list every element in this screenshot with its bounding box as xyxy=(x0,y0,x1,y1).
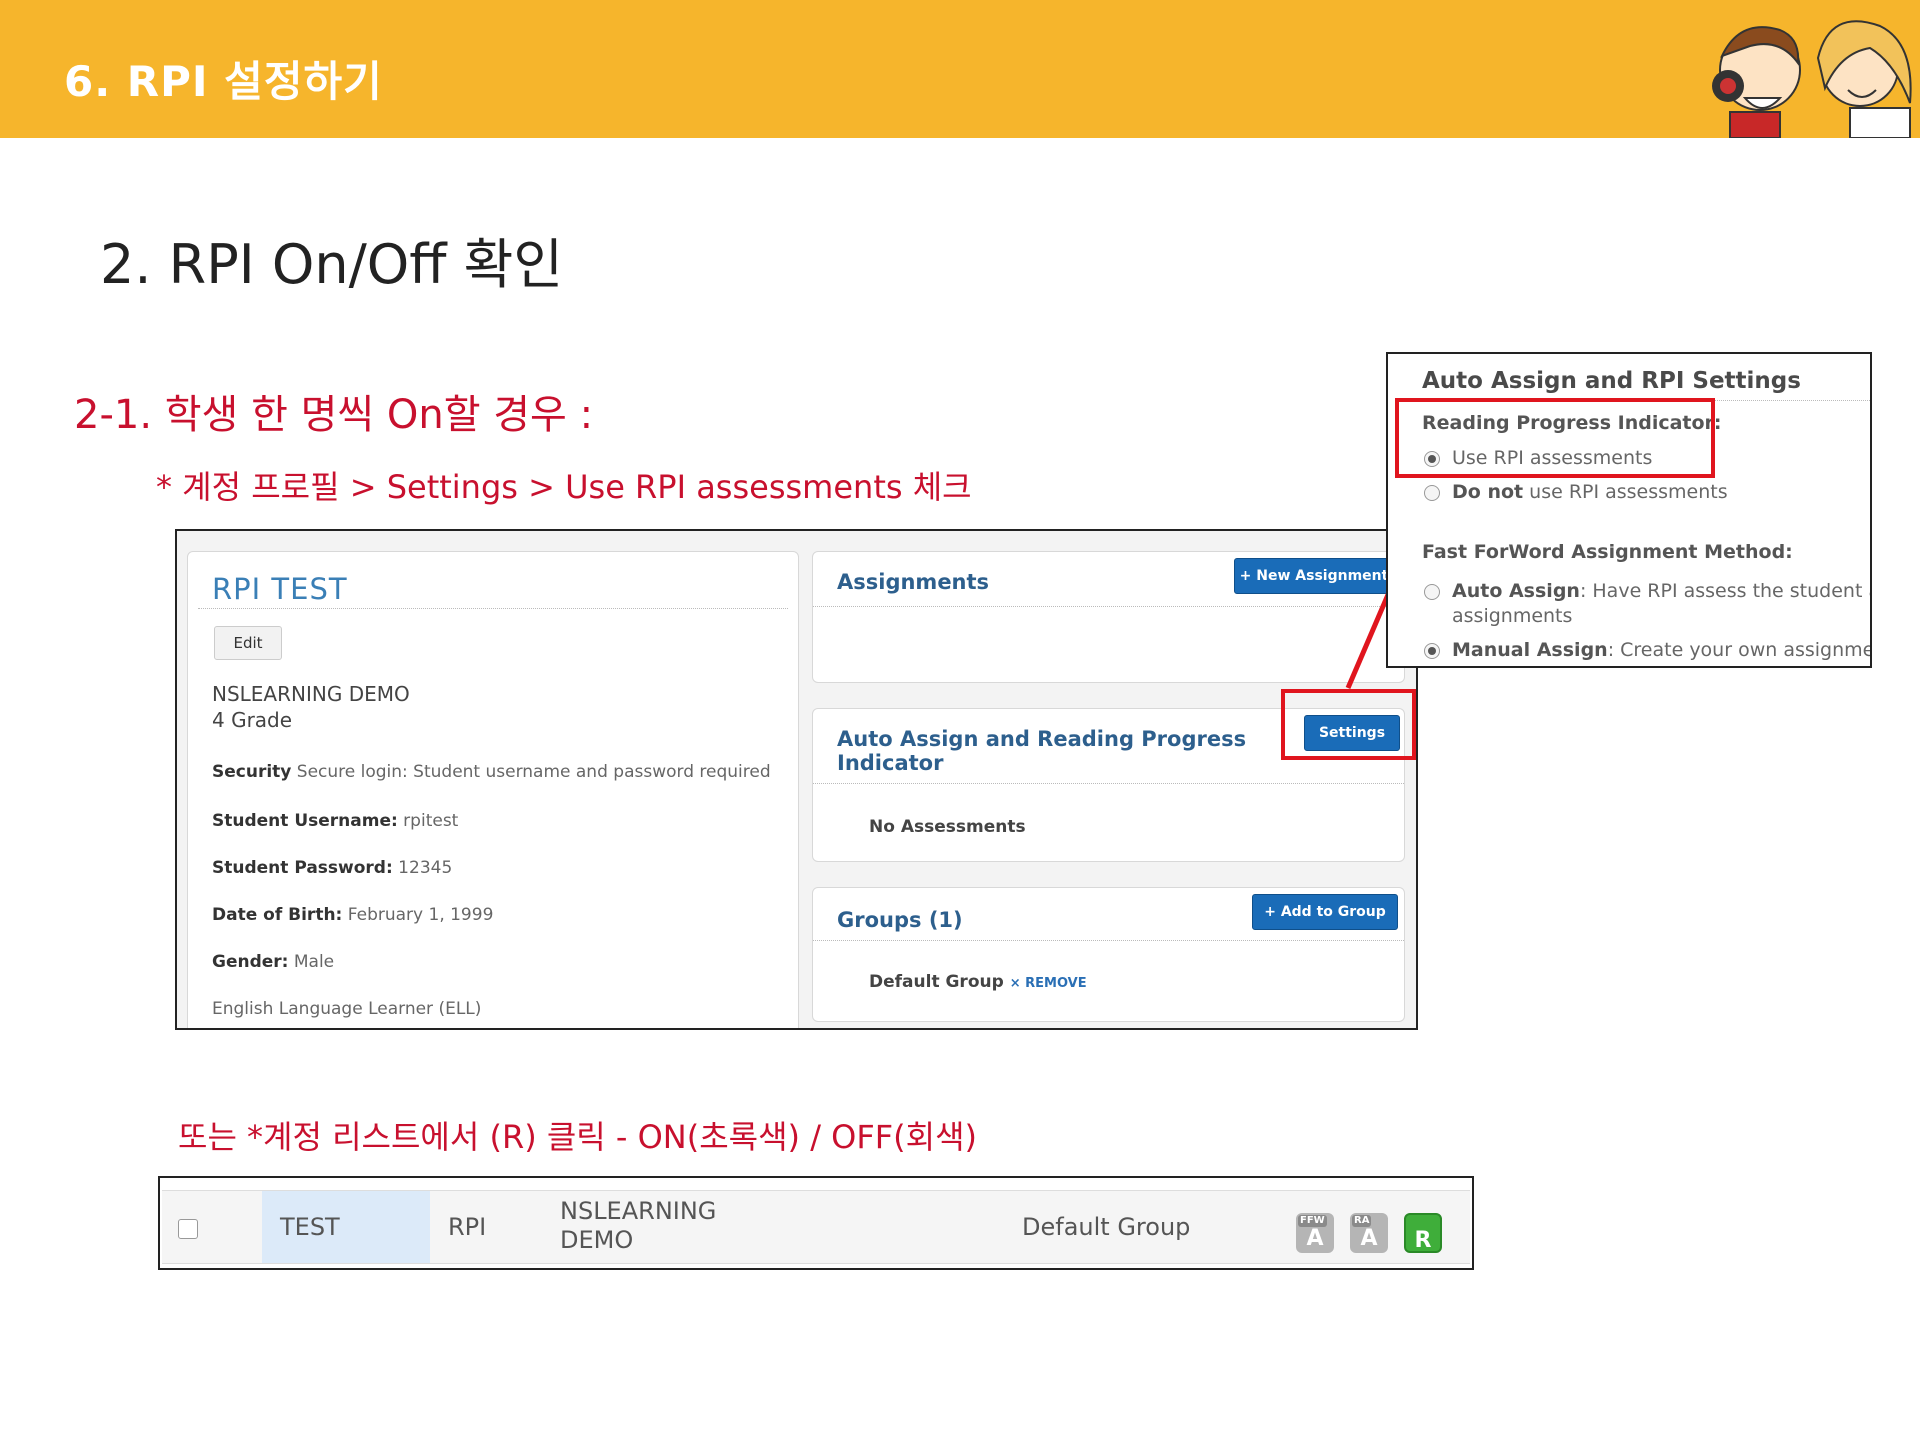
edit-button[interactable]: Edit xyxy=(214,626,282,660)
assignments-title: Assignments xyxy=(837,570,990,594)
ra-badge-icon[interactable]: RA A xyxy=(1350,1213,1388,1253)
section-heading: 2. RPI On/Off 확인 xyxy=(100,233,564,296)
settings-highlight-box xyxy=(1281,689,1416,760)
mascot-illustration xyxy=(1712,20,1912,138)
step-heading: 2-1. 학생 한 명씩 On할 경우 : xyxy=(74,392,594,438)
auto-assign-label: Auto Assign: Have RPI assess the student… xyxy=(1452,580,1872,602)
ffw-badge-icon[interactable]: FFW A xyxy=(1296,1213,1334,1253)
groups-title: Groups (1) xyxy=(837,908,963,932)
first-name-cell: TEST xyxy=(280,1213,340,1241)
manual-assign-label: Manual Assign: Create your own assignmen… xyxy=(1452,639,1872,661)
step-instruction: * 계정 프로필 > Settings > Use RPI assessment… xyxy=(156,468,972,506)
header-banner: 6. RPI 설정하기 xyxy=(0,0,1920,138)
username-row: Student Username: rpitest xyxy=(212,811,459,831)
auto-assign-radio[interactable] xyxy=(1424,584,1440,600)
alternative-instruction: 또는 *계정 리스트에서 (R) 클릭 - ON(초록색) / OFF(회색) xyxy=(178,1118,978,1156)
auto-assign-title-line1: Auto Assign and Reading Progress xyxy=(837,727,1247,751)
student-info-panel: RPI TEST Edit NSLEARNING DEMO 4 Grade Se… xyxy=(187,551,799,1028)
no-rpi-radio[interactable] xyxy=(1424,485,1440,501)
no-rpi-label: Do not use RPI assessments xyxy=(1452,481,1728,503)
auto-assign-label-cont: assignments xyxy=(1452,605,1573,627)
grade-label: 4 Grade xyxy=(212,708,293,732)
rpi-option-highlight-box xyxy=(1395,398,1715,478)
add-to-group-button[interactable]: + Add to Group xyxy=(1252,894,1398,930)
password-row: Student Password: 12345 xyxy=(212,858,453,878)
popup-title: Auto Assign and RPI Settings xyxy=(1422,368,1801,394)
no-assessments-text: No Assessments xyxy=(869,817,1026,837)
divider xyxy=(813,940,1404,941)
student-name: RPI TEST xyxy=(212,572,348,606)
manual-assign-radio[interactable] xyxy=(1424,643,1440,659)
security-row: Security Secure login: Student username … xyxy=(212,762,771,782)
remove-group-link[interactable]: × REMOVE xyxy=(1010,976,1087,991)
table-row[interactable]: TEST RPI NSLEARNING DEMO Default Group F… xyxy=(162,1190,1470,1264)
divider xyxy=(813,606,1404,607)
divider xyxy=(813,783,1404,784)
divider xyxy=(198,608,788,609)
assignments-panel: Assignments + New Assignment xyxy=(812,551,1405,683)
auto-assign-title-line2: Indicator xyxy=(837,751,944,775)
school-name: NSLEARNING DEMO xyxy=(212,682,410,706)
dob-row: Date of Birth: February 1, 1999 xyxy=(212,905,494,925)
page-title: 6. RPI 설정하기 xyxy=(64,57,383,106)
groups-panel: Groups (1) + Add to Group Default Group … xyxy=(812,887,1405,1022)
ell-row: English Language Learner (ELL) xyxy=(212,999,482,1019)
group-cell: Default Group xyxy=(1022,1213,1191,1241)
group-item: Default Group × REMOVE xyxy=(869,972,1087,992)
row-checkbox[interactable] xyxy=(178,1219,198,1239)
gender-row: Gender: Male xyxy=(212,952,335,972)
rpi-toggle-badge-icon[interactable]: R xyxy=(1404,1213,1442,1253)
school-cell-line1: NSLEARNING xyxy=(560,1197,717,1225)
last-name-cell: RPI xyxy=(448,1213,487,1241)
student-profile-screenshot: RPI TEST Edit NSLEARNING DEMO 4 Grade Se… xyxy=(175,529,1418,1030)
student-list-screenshot: TEST RPI NSLEARNING DEMO Default Group F… xyxy=(158,1176,1474,1270)
method-heading: Fast ForWord Assignment Method: xyxy=(1422,541,1793,563)
school-cell-line2: DEMO xyxy=(560,1226,634,1254)
